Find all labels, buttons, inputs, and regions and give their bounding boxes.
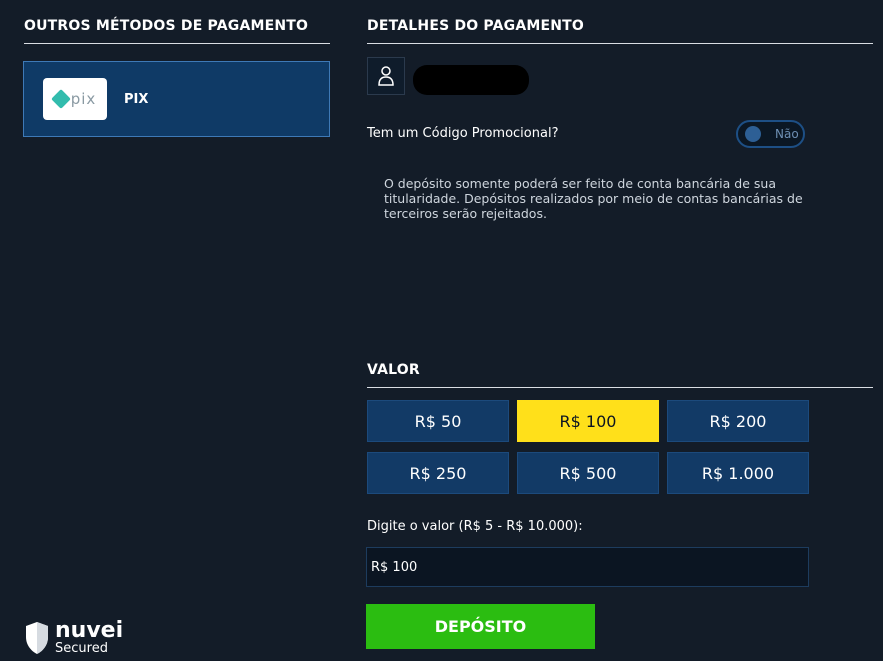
- pix-logo-icon: pix: [43, 78, 107, 120]
- redacted-username: [413, 65, 529, 95]
- pix-logo-text: pix: [70, 90, 97, 108]
- value-divider: [367, 387, 873, 388]
- amount-button[interactable]: R$ 500: [517, 452, 659, 494]
- secured-label: Secured: [55, 641, 108, 656]
- payment-details-title: DETALHES DO PAGAMENTO: [367, 18, 585, 34]
- deposit-button[interactable]: DEPÓSITO: [366, 604, 595, 649]
- value-title: VALOR: [367, 362, 420, 378]
- user-avatar: [367, 57, 405, 95]
- shield-icon: [26, 621, 48, 654]
- nuvei-brand: nuvei: [55, 618, 124, 643]
- payment-details-divider: [367, 43, 873, 44]
- deposit-notice: O depósito somente poderá ser feito de c…: [384, 176, 803, 221]
- other-methods-divider: [24, 43, 330, 44]
- amount-button[interactable]: R$ 1.000: [667, 452, 809, 494]
- payment-method-label: PIX: [124, 91, 149, 107]
- amount-button[interactable]: R$ 250: [367, 452, 509, 494]
- toggle-label: Não: [775, 127, 799, 141]
- amount-button[interactable]: R$ 200: [667, 400, 809, 442]
- nuvei-secured-badge: nuvei Secured: [24, 620, 123, 655]
- amount-button[interactable]: R$ 50: [367, 400, 509, 442]
- amount-button-selected[interactable]: R$ 100: [517, 400, 659, 442]
- amount-range-label: Digite o valor (R$ 5 - R$ 10.000):: [367, 519, 583, 534]
- promo-code-label: Tem um Código Promocional?: [367, 126, 559, 141]
- pix-diamond-icon: [50, 89, 71, 109]
- promo-code-toggle[interactable]: Não: [736, 120, 805, 148]
- user-icon: [378, 66, 394, 86]
- payment-method-pix[interactable]: pix PIX: [23, 61, 330, 137]
- amount-input[interactable]: [366, 547, 809, 587]
- other-methods-title: OUTROS MÉTODOS DE PAGAMENTO: [24, 18, 309, 34]
- toggle-knob: [745, 126, 761, 142]
